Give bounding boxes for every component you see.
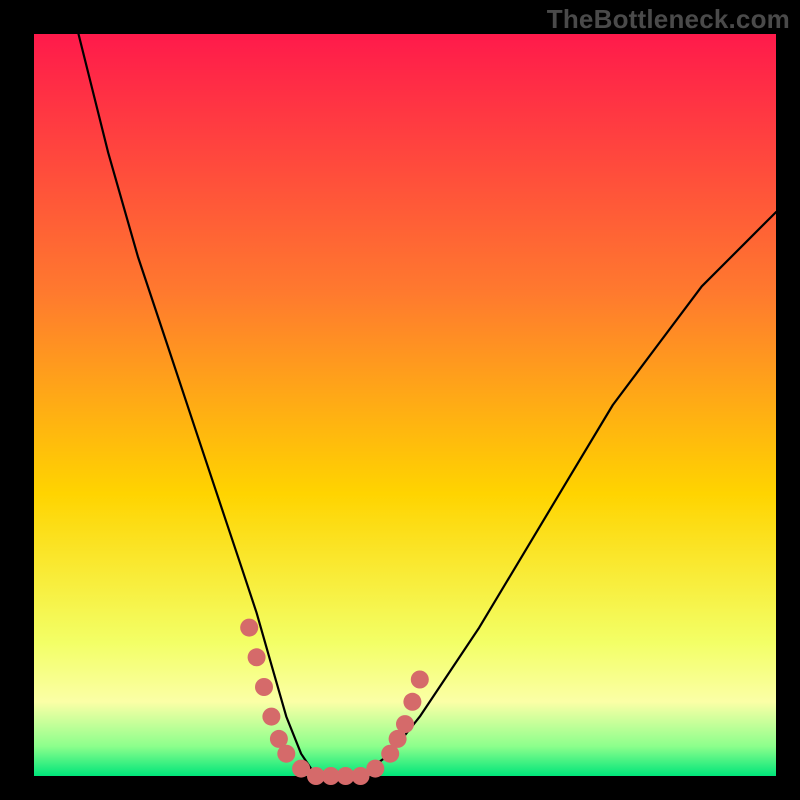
highlight-dot	[248, 648, 266, 666]
bottleneck-chart	[0, 0, 800, 800]
highlight-dot	[396, 715, 414, 733]
highlight-dot	[277, 745, 295, 763]
plot-background	[34, 34, 776, 776]
chart-frame: TheBottleneck.com	[0, 0, 800, 800]
highlight-dot	[366, 760, 384, 778]
highlight-dot	[262, 708, 280, 726]
highlight-dot	[411, 671, 429, 689]
highlight-dot	[240, 619, 258, 637]
highlight-dot	[255, 678, 273, 696]
highlight-dot	[403, 693, 421, 711]
